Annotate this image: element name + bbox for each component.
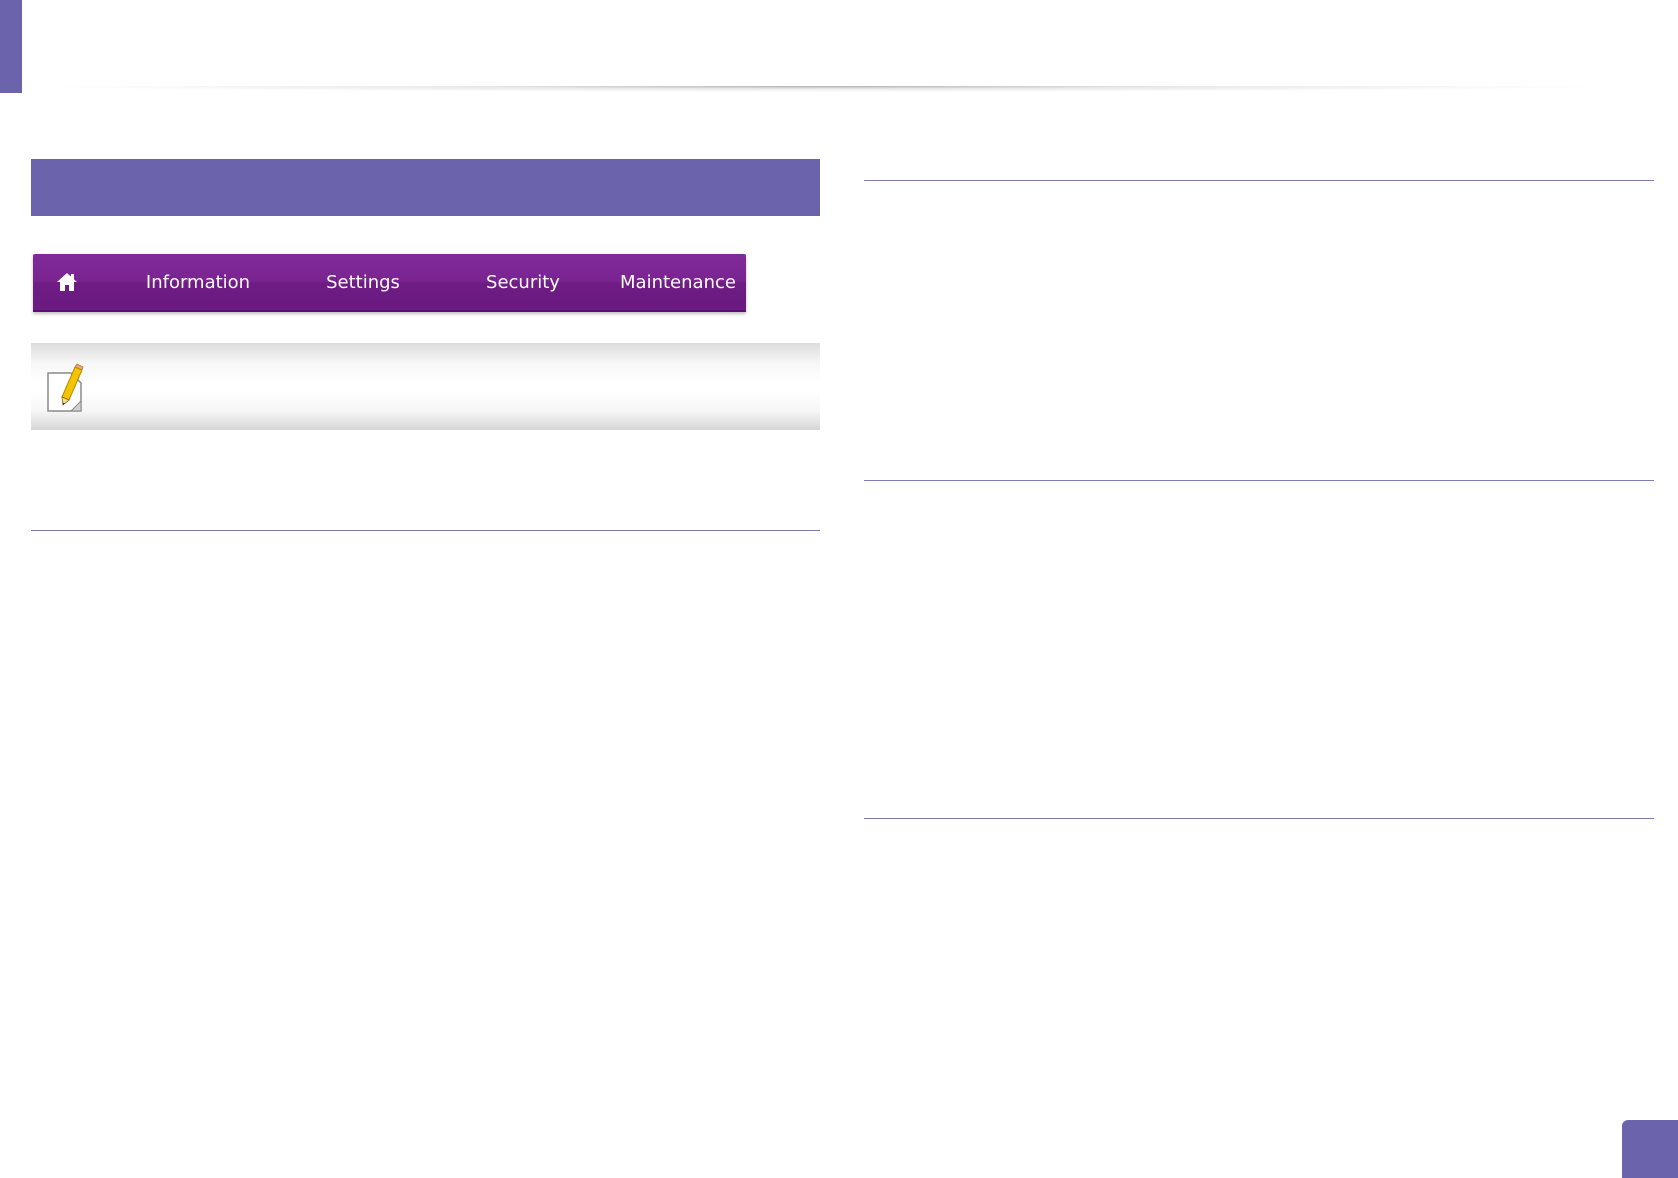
note-box — [31, 343, 820, 430]
home-icon — [57, 273, 77, 291]
note-pencil-icon — [47, 363, 84, 412]
left-section-rule — [31, 530, 820, 531]
right-section-rule-3 — [864, 818, 1654, 819]
page-number-badge — [1622, 1120, 1678, 1178]
right-section-rule-2 — [864, 480, 1654, 481]
chapter-tab — [0, 0, 22, 93]
web-service-nav-bar: Information Settings Security Maintenanc… — [33, 254, 746, 312]
nav-tab-security[interactable]: Security — [471, 254, 575, 310]
right-section-rule-1 — [864, 180, 1654, 181]
nav-home-button[interactable] — [53, 254, 81, 310]
nav-tab-maintenance[interactable]: Maintenance — [616, 254, 740, 310]
header-divider — [30, 86, 1616, 98]
nav-tab-information[interactable]: Information — [133, 254, 263, 310]
section-header-bar — [31, 159, 820, 216]
nav-tab-settings[interactable]: Settings — [311, 254, 415, 310]
